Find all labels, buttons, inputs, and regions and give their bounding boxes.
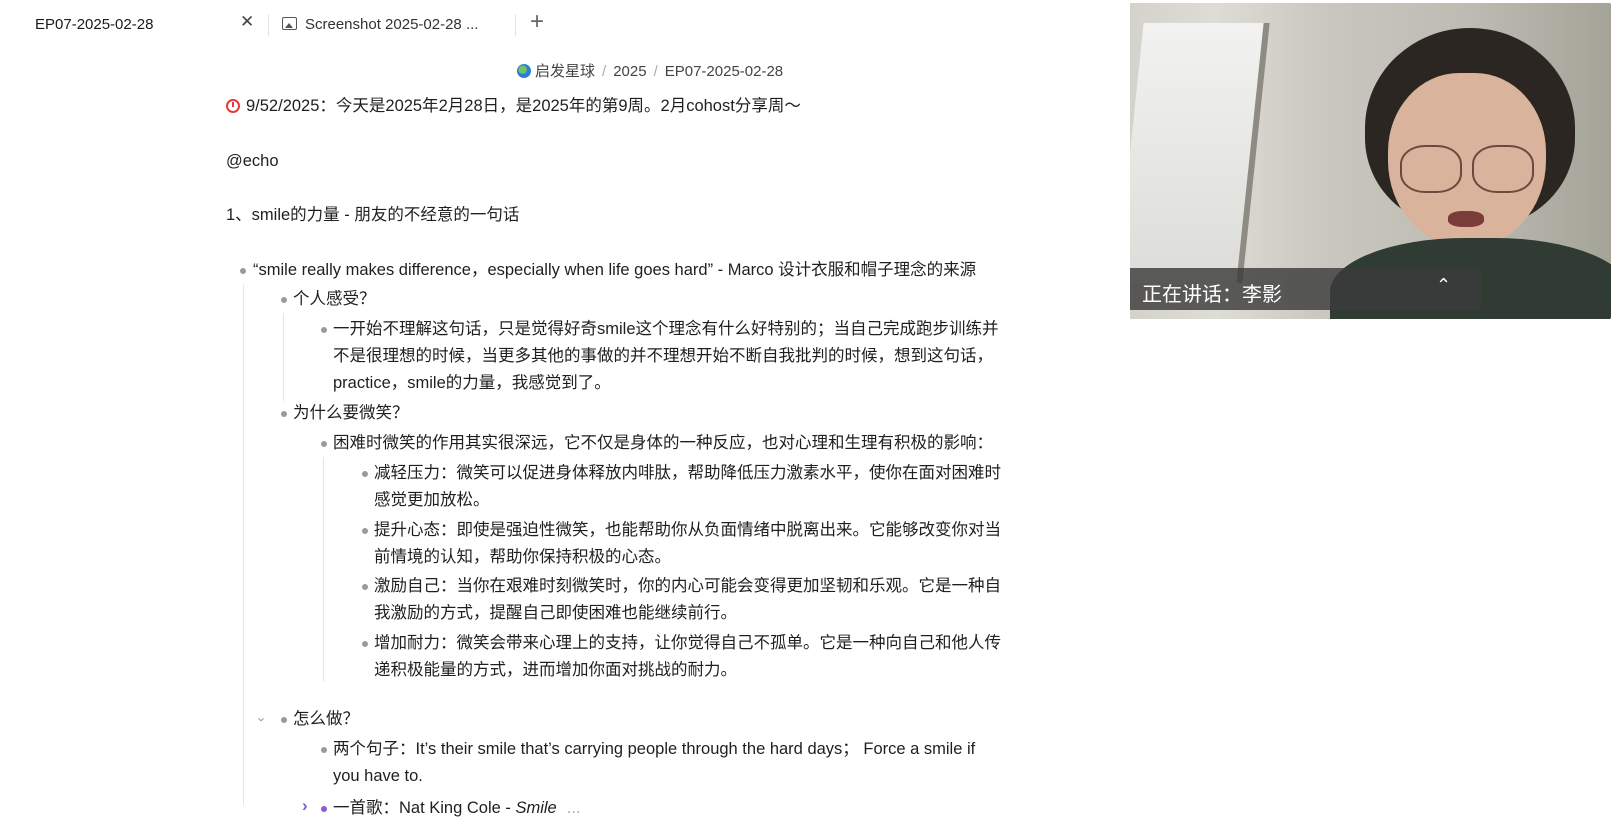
breadcrumb-separator: / <box>653 63 658 80</box>
bullet-dot[interactable] <box>240 268 246 274</box>
breadcrumb-item-year[interactable]: 2025 <box>613 63 646 80</box>
how-sentences-line[interactable]: you have to. <box>333 763 423 790</box>
point-1-line[interactable]: 感觉更加放松。 <box>374 487 490 514</box>
chevron-right-icon[interactable]: › <box>302 796 308 816</box>
song-title: Smile <box>515 799 557 817</box>
breadcrumb-item-page[interactable]: EP07-2025-02-28 <box>665 63 783 80</box>
tab-active-title[interactable]: EP07-2025-02-28 <box>35 16 153 33</box>
indent-guide <box>283 313 284 401</box>
section-heading[interactable]: 1、smile的力量 - 朋友的不经意的一句话 <box>226 202 519 229</box>
chevron-up-icon[interactable]: ⌃ <box>1436 275 1451 296</box>
feeling-text-line[interactable]: 不是很理想的时候，当更多其他的事做的并不理想开始不断自我批判的时候，想到这句话， <box>333 343 993 370</box>
song-prefix: 一首歌：Nat King Cole - <box>333 799 516 817</box>
bullet-dot[interactable] <box>281 411 287 417</box>
how-heading[interactable]: 怎么做？ <box>293 706 359 733</box>
speaker-bar: 正在讲话：李影 ⌃ <box>1130 268 1481 310</box>
why-intro[interactable]: 困难时微笑的作用其实很深远，它不仅是身体的一种反应，也对心理和生理有积极的影响： <box>333 430 993 457</box>
quote-bullet-text[interactable]: “smile really makes difference，especiall… <box>253 257 976 284</box>
how-sentences-line[interactable]: 两个句子：It’s their smile that’s carrying pe… <box>333 736 975 763</box>
speaker-label: 正在讲话：李影 <box>1142 284 1282 306</box>
point-1-line[interactable]: 减轻压力：微笑可以促进身体释放内啡肽，帮助降低压力激素水平，使你在面对困难时 <box>374 460 1001 487</box>
header-line[interactable]: 9/52/2025：今天是2025年2月28日，是2025年的第9周。2月coh… <box>226 93 801 120</box>
globe-icon <box>517 64 531 78</box>
video-glasses-right <box>1472 145 1534 193</box>
tab-divider <box>515 14 516 36</box>
tab-bar: EP07-2025-02-28 ✕ Screenshot 2025-02-28 … <box>0 0 1130 50</box>
point-3-line[interactable]: 我激励的方式，提醒自己即使困难也能继续前行。 <box>374 600 737 627</box>
bullet-dot[interactable] <box>362 528 368 534</box>
bullet-dot[interactable] <box>362 641 368 647</box>
bullet-dot[interactable] <box>321 327 327 333</box>
bullet-dot[interactable] <box>362 584 368 590</box>
indent-guide <box>243 285 244 805</box>
add-tab-icon[interactable]: + <box>530 8 544 36</box>
tab-screenshot[interactable]: Screenshot 2025-02-28 ... <box>282 16 478 33</box>
song-line[interactable]: 一首歌：Nat King Cole - Smile... <box>333 795 581 822</box>
video-call-overlay[interactable]: 正在讲话：李影 ⌃ <box>1130 3 1611 319</box>
tab-divider <box>268 14 269 36</box>
tab-screenshot-label: Screenshot 2025-02-28 ... <box>305 16 479 33</box>
bullet-dot[interactable] <box>321 747 327 753</box>
breadcrumb-separator: / <box>602 63 607 80</box>
bullet-dot-collapsed[interactable] <box>321 806 327 812</box>
bullet-dot[interactable] <box>281 297 287 303</box>
feeling-heading[interactable]: 个人感受？ <box>293 286 376 313</box>
breadcrumb: 启发星球 / 2025 / EP07-2025-02-28 <box>517 60 783 81</box>
point-2-line[interactable]: 前情境的认知，帮助你保持积极的心态。 <box>374 544 671 571</box>
feeling-text-line[interactable]: 一开始不理解这句话，只是觉得好奇smile这个理念有什么好特别的；当自己完成跑步… <box>333 316 999 343</box>
bullet-dot[interactable] <box>362 471 368 477</box>
collapsed-ellipsis[interactable]: ... <box>567 799 581 817</box>
chevron-down-icon[interactable]: › <box>255 717 270 721</box>
point-4-line[interactable]: 递积极能量的方式，进而增加你面对挑战的耐力。 <box>374 657 737 684</box>
video-person-mouth <box>1448 211 1484 227</box>
point-4-line[interactable]: 增加耐力：微笑会带来心理上的支持，让你觉得自己不孤单。它是一种向自己和他人传 <box>374 630 1001 657</box>
breadcrumb-item-space[interactable]: 启发星球 <box>535 63 595 80</box>
bullet-dot[interactable] <box>281 717 287 723</box>
bullet-dot[interactable] <box>321 441 327 447</box>
header-line-text: 9/52/2025：今天是2025年2月28日，是2025年的第9周。2月coh… <box>246 97 801 115</box>
feeling-text-line[interactable]: practice，smile的力量，我感觉到了。 <box>333 370 611 397</box>
close-icon[interactable]: ✕ <box>240 12 254 32</box>
point-3-line[interactable]: 激励自己：当你在艰难时刻微笑时，你的内心可能会变得更加坚韧和乐观。它是一种自 <box>374 573 1001 600</box>
mention[interactable]: @echo <box>226 148 279 175</box>
why-heading[interactable]: 为什么要微笑？ <box>293 400 409 427</box>
indent-guide <box>323 457 324 682</box>
image-icon <box>282 17 297 30</box>
alarm-clock-icon <box>226 99 240 113</box>
point-2-line[interactable]: 提升心态：即使是强迫性微笑，也能帮助你从负面情绪中脱离出来。它能够改变你对当 <box>374 517 1001 544</box>
video-glasses-left <box>1400 145 1462 193</box>
